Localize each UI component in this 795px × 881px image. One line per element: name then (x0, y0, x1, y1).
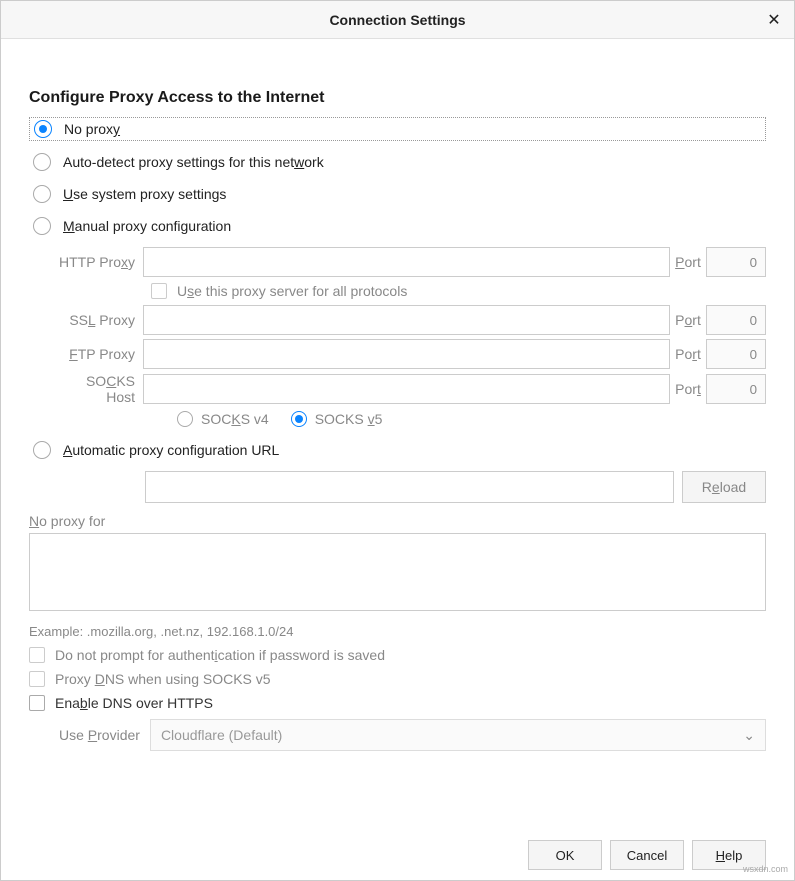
ftp-port-input[interactable] (706, 339, 766, 369)
auto-config-url-input[interactable] (145, 471, 674, 503)
content-pane: Configure Proxy Access to the Internet N… (1, 39, 794, 751)
checkbox-label: Do not prompt for authentication if pass… (55, 647, 385, 663)
ssl-proxy-input[interactable] (143, 305, 670, 335)
no-proxy-for-textarea[interactable] (29, 533, 766, 611)
socks-version-row: SOCKS v4 SOCKS v5 (177, 411, 766, 427)
socks-host-label: SOCKS Host (57, 373, 143, 405)
radio-label: Manual proxy configuration (63, 218, 231, 234)
ftp-proxy-row: FTP Proxy Port (57, 339, 766, 369)
ok-button[interactable]: OK (528, 840, 602, 870)
radio-label: SOCKS v5 (315, 411, 383, 427)
port-label: Port (670, 312, 706, 328)
provider-value: Cloudflare (Default) (161, 727, 282, 743)
radio-socks-v5[interactable]: SOCKS v5 (291, 411, 383, 427)
socks-port-input[interactable] (706, 374, 766, 404)
checkbox-icon (29, 671, 45, 687)
section-title: Configure Proxy Access to the Internet (29, 89, 766, 107)
radio-icon (33, 217, 51, 235)
watermark-text: wsxdn.com (743, 864, 788, 874)
ssl-proxy-label: SSL Proxy (57, 312, 143, 328)
chevron-down-icon: ⌄ (743, 727, 755, 744)
radio-manual[interactable]: Manual proxy configuration (29, 215, 766, 237)
http-proxy-input[interactable] (143, 247, 670, 277)
proxy-dns-check[interactable]: Proxy DNS when using SOCKS v5 (29, 671, 766, 687)
close-icon: ✕ (767, 10, 780, 30)
dialog-title: Connection Settings (329, 12, 465, 28)
port-label: Port (670, 346, 706, 362)
checkbox-label: Proxy DNS when using SOCKS v5 (55, 671, 271, 687)
radio-no-proxy[interactable]: No proxy (29, 117, 766, 141)
checkbox-label: Enable DNS over HTTPS (55, 695, 213, 711)
checkbox-icon (29, 647, 45, 663)
dialog-footer: OK Cancel Help (528, 840, 766, 870)
radio-icon (291, 411, 307, 427)
ssl-port-input[interactable] (706, 305, 766, 335)
radio-label: Auto-detect proxy settings for this netw… (63, 154, 324, 170)
radio-icon (177, 411, 193, 427)
checkbox-icon (151, 283, 167, 299)
radio-icon (34, 120, 52, 138)
radio-icon (33, 153, 51, 171)
radio-use-system[interactable]: Use system proxy settings (29, 183, 766, 205)
use-provider-label: Use Provider (59, 727, 140, 743)
checkbox-label: Use this proxy server for all protocols (177, 283, 407, 299)
radio-label: No proxy (64, 121, 120, 137)
ftp-proxy-input[interactable] (143, 339, 670, 369)
enable-doh-check[interactable]: Enable DNS over HTTPS (29, 695, 766, 711)
radio-socks-v4[interactable]: SOCKS v4 (177, 411, 269, 427)
no-proxy-for-label: No proxy for (29, 513, 766, 529)
close-button[interactable]: ✕ (754, 1, 794, 39)
titlebar: Connection Settings ✕ (1, 1, 794, 39)
http-proxy-row: HTTP Proxy Port (57, 247, 766, 277)
example-text: Example: .mozilla.org, .net.nz, 192.168.… (29, 624, 766, 639)
use-all-protocols-check[interactable]: Use this proxy server for all protocols (151, 283, 766, 299)
reload-button[interactable]: Reload (682, 471, 766, 503)
radio-icon (33, 441, 51, 459)
provider-select[interactable]: Cloudflare (Default) ⌄ (150, 719, 766, 751)
port-label: Port (670, 381, 706, 397)
cancel-button[interactable]: Cancel (610, 840, 684, 870)
radio-auto-config-url[interactable]: Automatic proxy configuration URL (29, 439, 766, 461)
ftp-proxy-label: FTP Proxy (57, 346, 143, 362)
radio-auto-detect[interactable]: Auto-detect proxy settings for this netw… (29, 151, 766, 173)
socks-host-input[interactable] (143, 374, 670, 404)
http-port-input[interactable] (706, 247, 766, 277)
ssl-proxy-row: SSL Proxy Port (57, 305, 766, 335)
manual-proxy-grid: HTTP Proxy Port Use this proxy server fo… (57, 247, 766, 427)
port-label: Port (670, 254, 706, 270)
socks-host-row: SOCKS Host Port (57, 373, 766, 405)
provider-row: Use Provider Cloudflare (Default) ⌄ (59, 719, 766, 751)
http-proxy-label: HTTP Proxy (57, 254, 143, 270)
radio-icon (33, 185, 51, 203)
radio-label: Use system proxy settings (63, 186, 226, 202)
radio-label: Automatic proxy configuration URL (63, 442, 279, 458)
radio-label: SOCKS v4 (201, 411, 269, 427)
checkbox-icon (29, 695, 45, 711)
no-auth-prompt-check[interactable]: Do not prompt for authentication if pass… (29, 647, 766, 663)
auto-url-row: Reload (145, 471, 766, 503)
